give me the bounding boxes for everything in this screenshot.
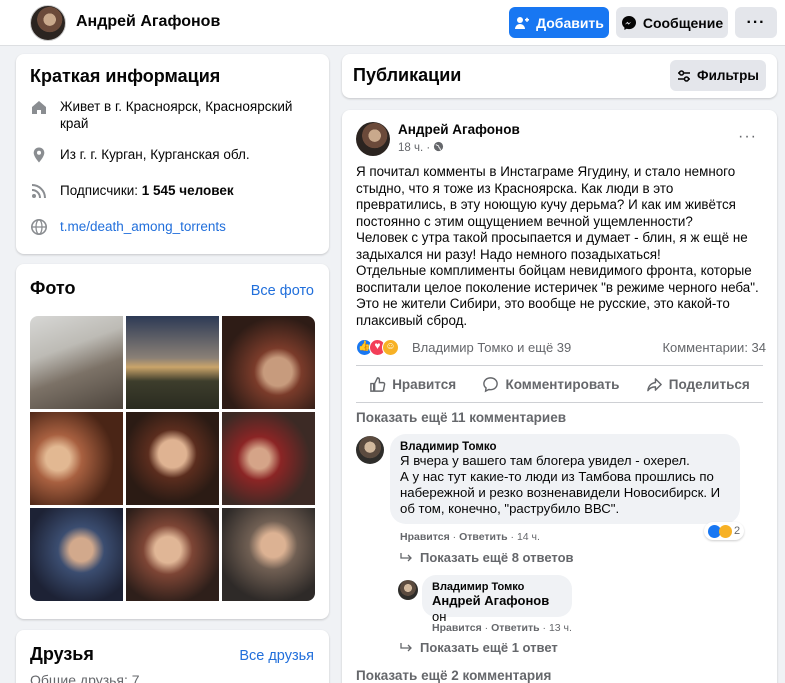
home-icon bbox=[30, 98, 48, 116]
friends-card: Друзья Все друзья Общие друзья: 7 bbox=[16, 630, 329, 683]
comment-reply-link[interactable]: Ответить bbox=[491, 622, 540, 634]
photo-thumbnail[interactable] bbox=[30, 316, 123, 409]
comment-meta: Нравится · Ответить · 13 ч. bbox=[432, 622, 572, 634]
profile-avatar[interactable] bbox=[30, 5, 66, 41]
post-author-name[interactable]: Андрей Агафонов bbox=[398, 122, 520, 137]
photo-thumbnail[interactable] bbox=[222, 412, 315, 505]
profile-link[interactable]: t.me/death_among_torrents bbox=[60, 218, 226, 236]
like-button[interactable]: Нравится bbox=[369, 370, 456, 398]
share-arrow-icon bbox=[646, 377, 662, 391]
filters-button[interactable]: Фильтры bbox=[670, 60, 766, 91]
comment-like-link[interactable]: Нравится bbox=[432, 622, 482, 634]
haha-reaction-icon: ☺ bbox=[382, 339, 399, 356]
comment-meta: Нравится · Ответить · 14 ч. bbox=[400, 531, 540, 543]
post-time[interactable]: 18 ч. bbox=[398, 142, 423, 154]
reactions-summary: 👍 ♥ ☺ Владимир Томко и ещё 39 Комментари… bbox=[356, 338, 766, 358]
profile-header-bar: Андрей Агафонов Добавить Сообщение ··· bbox=[0, 0, 785, 46]
add-person-icon bbox=[515, 16, 530, 29]
photo-thumbnail[interactable] bbox=[126, 316, 219, 409]
photo-thumbnail[interactable] bbox=[30, 508, 123, 601]
location-pin-icon bbox=[30, 146, 48, 164]
divider bbox=[356, 402, 763, 403]
globe-icon bbox=[434, 141, 444, 152]
followers-count[interactable]: 1 545 человек bbox=[142, 183, 234, 198]
comment-like-link[interactable]: Нравится bbox=[400, 531, 450, 543]
commenter-avatar[interactable] bbox=[398, 580, 418, 600]
post-actions: Нравится Комментировать Поделиться bbox=[356, 370, 763, 398]
photo-thumbnail[interactable] bbox=[126, 412, 219, 505]
photo-thumbnail[interactable] bbox=[126, 508, 219, 601]
comment-time[interactable]: 13 ч. bbox=[549, 622, 572, 634]
post-paragraph: Человек с утра такой просыпается и думае… bbox=[356, 230, 748, 262]
comment-bubble: Владимир Томко Я вчера у вашего там блог… bbox=[390, 434, 740, 524]
show-replies-link[interactable]: Показать ещё 1 ответ bbox=[400, 640, 558, 655]
photo-thumbnail[interactable] bbox=[222, 508, 315, 601]
globe-icon bbox=[30, 218, 48, 236]
post-paragraph: Отдельные комплименты бойцам невидимого … bbox=[356, 263, 759, 328]
messenger-icon bbox=[621, 15, 636, 30]
mutual-friends-count[interactable]: Общие друзья: 7 bbox=[30, 672, 140, 683]
post-meta: 18 ч. · bbox=[398, 141, 444, 154]
from-text: Из г. г. Курган, Курганская обл. bbox=[60, 147, 250, 162]
intro-card: Краткая информация Живет в г. Красноярск… bbox=[16, 54, 329, 254]
wow-reaction-icon bbox=[719, 524, 732, 538]
filters-label: Фильтры bbox=[697, 68, 759, 83]
comment-time[interactable]: 14 ч. bbox=[517, 531, 540, 543]
comments-count[interactable]: Комментарии: 34 bbox=[662, 340, 766, 355]
commenter-avatar[interactable] bbox=[356, 436, 384, 464]
post-options-button[interactable]: ··· bbox=[738, 128, 757, 146]
publications-title: Публикации bbox=[353, 65, 462, 85]
reply-arrow-icon bbox=[400, 642, 412, 651]
rss-icon bbox=[30, 182, 48, 200]
profile-more-button[interactable]: ··· bbox=[735, 7, 777, 38]
reply-arrow-icon bbox=[400, 552, 412, 561]
thumbs-up-icon bbox=[370, 376, 386, 392]
comment-text: Я вчера у вашего там блогера увидел - ох… bbox=[400, 453, 721, 516]
all-photos-link[interactable]: Все фото bbox=[251, 283, 314, 299]
message-button[interactable]: Сообщение bbox=[616, 7, 728, 38]
show-more-comments-link[interactable]: Показать ещё 11 комментариев bbox=[356, 410, 566, 425]
post-body: Я почитал комменты в Инстаграме Ягудину,… bbox=[356, 164, 766, 329]
show-more-comments-link[interactable]: Показать ещё 2 комментария bbox=[356, 668, 551, 683]
divider bbox=[356, 365, 763, 366]
comment-reply-link[interactable]: Ответить bbox=[459, 531, 508, 543]
publications-header: Публикации Фильтры bbox=[342, 54, 777, 98]
filter-sliders-icon bbox=[678, 69, 691, 82]
comment-button[interactable]: Комментировать bbox=[482, 370, 619, 398]
comment-icon bbox=[483, 376, 499, 392]
message-label: Сообщение bbox=[642, 14, 724, 31]
link-row: t.me/death_among_torrents bbox=[30, 218, 226, 236]
commenter-name[interactable]: Владимир Томко bbox=[432, 581, 562, 593]
photo-thumbnail[interactable] bbox=[30, 412, 123, 505]
lives-in-row: Живет в г. Красноярск, Красноярский край bbox=[30, 98, 315, 132]
profile-name[interactable]: Андрей Агафонов bbox=[76, 13, 220, 31]
share-button[interactable]: Поделиться bbox=[646, 370, 750, 398]
reactions-names[interactable]: Владимир Томко и ещё 39 bbox=[412, 340, 571, 355]
post-author-avatar[interactable] bbox=[356, 122, 390, 156]
add-friend-button[interactable]: Добавить bbox=[509, 7, 609, 38]
comment-bubble: Владимир Томко Андрей Агафонов он bbox=[422, 575, 572, 624]
post-paragraph: Я почитал комменты в Инстаграме Ягудину,… bbox=[356, 164, 736, 229]
post-card: Андрей Агафонов 18 ч. · ··· Я почитал ко… bbox=[342, 110, 777, 683]
mention-link[interactable]: Андрей Агафонов bbox=[432, 593, 549, 608]
from-row: Из г. г. Курган, Курганская обл. bbox=[30, 146, 250, 164]
all-friends-link[interactable]: Все друзья bbox=[239, 648, 314, 664]
comment-reactions[interactable]: 2 bbox=[704, 522, 745, 540]
followers-text: Подписчики: 1 545 человек bbox=[60, 183, 234, 198]
commenter-name[interactable]: Владимир Томко bbox=[400, 441, 730, 453]
followers-row: Подписчики: 1 545 человек bbox=[30, 182, 234, 200]
intro-title: Краткая информация bbox=[30, 66, 221, 86]
comment-text: Андрей Агафонов он bbox=[432, 593, 550, 624]
photo-thumbnail[interactable] bbox=[222, 316, 315, 409]
lives-in-text: Живет в г. Красноярск, Красноярский край bbox=[60, 99, 293, 131]
add-friend-label: Добавить bbox=[536, 14, 604, 31]
show-replies-link[interactable]: Показать ещё 8 ответов bbox=[400, 550, 574, 565]
